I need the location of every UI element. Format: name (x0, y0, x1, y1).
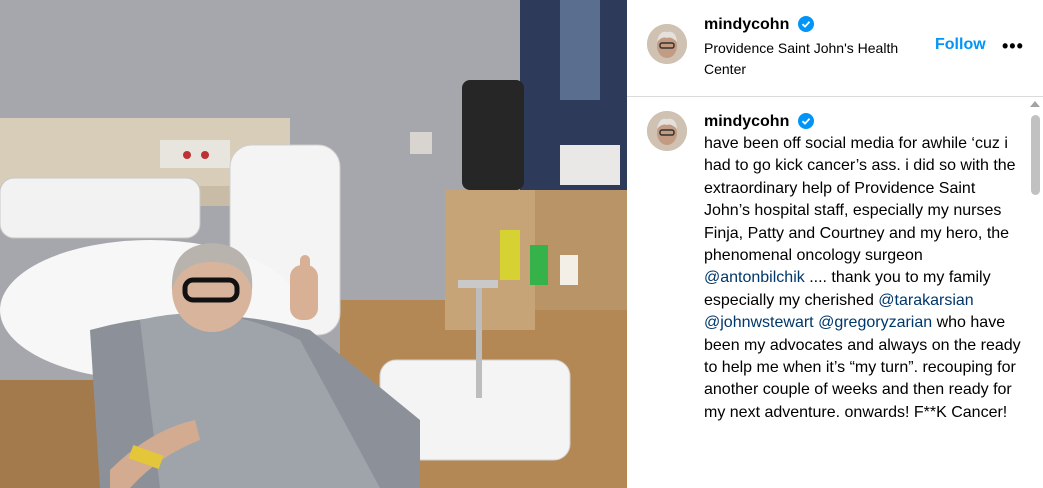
instagram-post-view: mindycohn Providence Saint John's Health… (0, 0, 1043, 488)
header-username[interactable]: mindycohn (704, 16, 789, 33)
hospital-bed-photo (0, 0, 627, 488)
post-side-panel: mindycohn Providence Saint John's Health… (627, 0, 1043, 488)
avatar-image (647, 24, 687, 64)
follow-button[interactable]: Follow (935, 36, 986, 54)
scrollbar-thumb[interactable] (1031, 115, 1040, 195)
scrollbar[interactable] (1027, 97, 1043, 488)
avatar[interactable] (647, 24, 687, 64)
caption-area: mindycohn have been off social media for… (627, 97, 1027, 488)
caption-user-row: mindycohn (704, 113, 814, 134)
location-link[interactable]: Providence Saint John's Health Center (704, 38, 924, 80)
more-options-icon[interactable]: ••• (1002, 36, 1024, 57)
mention-link[interactable]: @johnwstewart (704, 314, 814, 331)
mention-link[interactable]: @gregoryzarian (818, 314, 932, 331)
caption-avatar[interactable] (647, 111, 687, 151)
caption-text-part: have been off social media for awhile ‘c… (704, 135, 1016, 265)
caption-text: have been off social media for awhile ‘c… (704, 133, 1024, 424)
caption-avatar-image (647, 111, 687, 151)
scroll-up-arrow-icon[interactable] (1030, 101, 1040, 107)
post-photo[interactable] (0, 0, 627, 488)
header-user-row: mindycohn (704, 16, 814, 37)
mention-link[interactable]: @antonbilchik (704, 269, 805, 286)
verified-badge-icon (797, 16, 814, 37)
verified-badge-icon (797, 113, 814, 134)
caption-username[interactable]: mindycohn (704, 113, 789, 130)
mention-link[interactable]: @tarakarsian (878, 292, 973, 309)
post-header: mindycohn Providence Saint John's Health… (627, 0, 1043, 97)
